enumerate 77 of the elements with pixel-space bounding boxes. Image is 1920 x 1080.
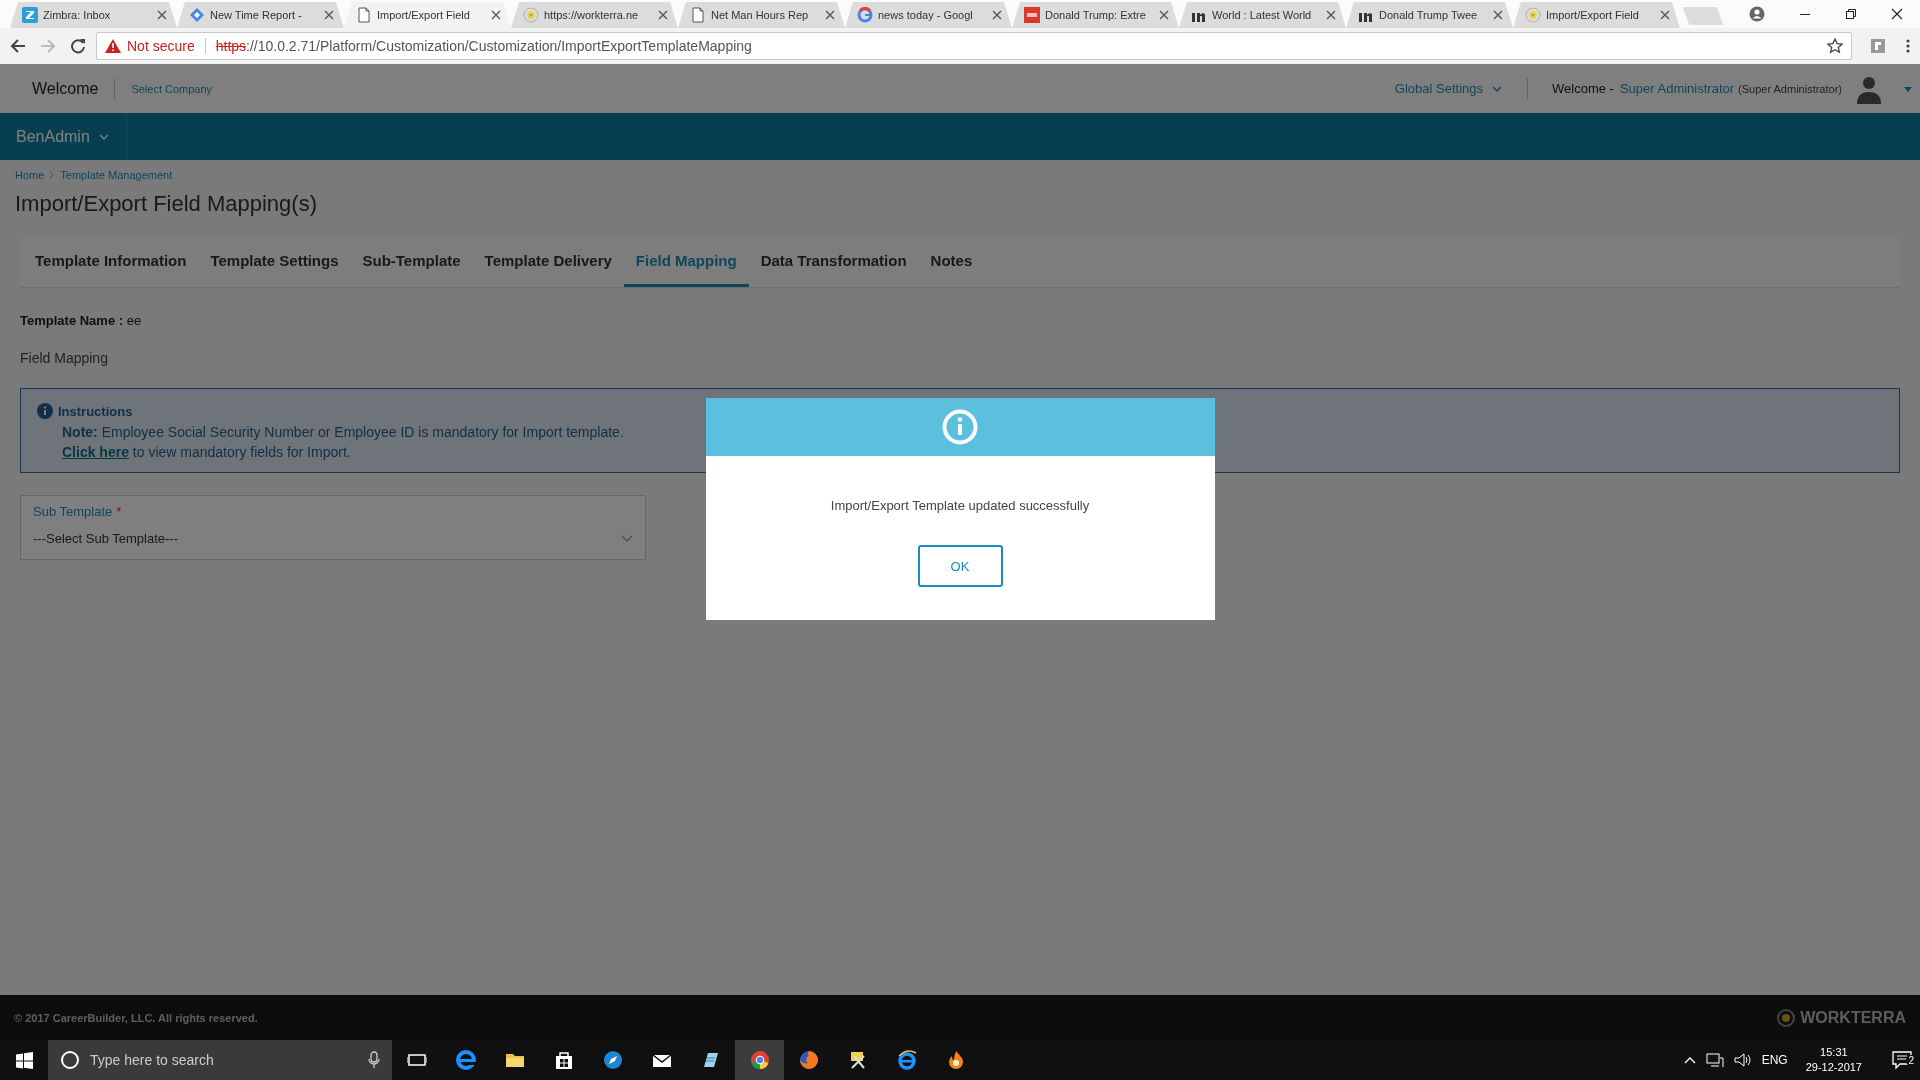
language-indicator[interactable]: ENG <box>1761 1053 1788 1067</box>
welcome-label: Welcome - <box>1552 81 1614 96</box>
page-icon <box>690 7 706 23</box>
browser-tab[interactable]: Zimbra: Inbox <box>10 2 177 28</box>
browser-tab[interactable]: Net Man Hours Rep <box>678 2 845 28</box>
user-role: (Super Administrator) <box>1738 82 1842 95</box>
g-logo-icon <box>857 7 873 23</box>
brand-name: WORKTERRA <box>1800 1008 1906 1027</box>
page-title: Import/Export Field Mapping(s) <box>15 191 318 217</box>
tab[interactable]: Template Delivery <box>472 237 624 287</box>
address-bar[interactable]: Not secure https://10.0.2.71/Platform/Customization/Customization/ImportExportTemplateMapping <box>96 32 1852 60</box>
chevron-up-icon[interactable] <box>1683 1056 1696 1064</box>
target-icon <box>523 7 539 23</box>
search-box[interactable]: Type here to search <box>48 1040 392 1080</box>
security-label[interactable]: Not secure <box>127 38 195 54</box>
extension-icon[interactable] <box>1870 38 1886 54</box>
tab[interactable]: Data Transformation <box>748 237 919 287</box>
welcome-label: Welcome <box>32 79 99 98</box>
url-scheme: https <box>215 38 247 54</box>
browser-tab[interactable]: World : Latest World <box>1179 2 1346 28</box>
url-text: ://10.0.2.71/Platform/Customization/Customization/ImportExportTemplateMapping <box>246 38 752 54</box>
tab[interactable]: Notes <box>918 237 985 287</box>
page-icon <box>356 7 372 23</box>
info-icon <box>37 403 53 419</box>
chevron-icon <box>49 171 56 179</box>
microphone-icon <box>368 1051 380 1069</box>
square-logo-icon <box>22 7 38 23</box>
target-icon <box>1525 7 1541 23</box>
notification-button[interactable]: 2 <box>1892 1050 1912 1070</box>
section-title: Field Mapping <box>20 350 109 366</box>
template-name: Template Name : ee <box>20 313 143 328</box>
restore-icon[interactable] <box>1845 8 1857 20</box>
tab[interactable]: Template Settings <box>198 237 351 287</box>
instructions-title: Instructions <box>58 403 133 419</box>
star-icon[interactable] <box>1827 38 1843 54</box>
shopping-bag-icon <box>553 1050 574 1070</box>
diamond-icon <box>189 7 205 23</box>
newspaper-logo-icon <box>1024 7 1040 23</box>
notification-count: 2 <box>1906 1055 1916 1066</box>
tab[interactable]: Sub-Template <box>350 237 473 287</box>
clock[interactable]: 15:31 29-12-2017 <box>1805 1045 1862 1075</box>
browser-tab[interactable]: Donald Trump: Extre <box>1012 2 1179 28</box>
windows-logo-icon <box>15 1051 33 1069</box>
close-icon[interactable] <box>1891 8 1903 20</box>
taskbar-app[interactable] <box>735 1040 784 1080</box>
required-mark: * <box>116 504 122 519</box>
fox-browser-icon <box>798 1050 819 1070</box>
profile-icon[interactable] <box>1749 6 1765 22</box>
instruction-text: Click here to view mandatory fields for Import. <box>62 443 351 462</box>
close-icon[interactable] <box>491 10 501 20</box>
browser-icon <box>455 1050 476 1070</box>
browser-icon <box>896 1050 917 1070</box>
speech-bubble-icon <box>1892 1050 1912 1070</box>
browser-tab[interactable]: Import/Export Field <box>1513 2 1680 28</box>
field-label: Sub Template <box>33 504 113 519</box>
instruction-note: Note: Employee Social Security Number or Employee ID is mandatory for Import template. <box>62 423 624 442</box>
sun-logo-icon <box>1777 1008 1796 1027</box>
copyright-text: © 2017 CareerBuilder, LLC. All rights reserved. <box>14 1011 258 1024</box>
search-icon <box>60 1050 80 1070</box>
dialog-message: Import/Export Template updated successfully <box>830 498 1090 513</box>
browser-tab[interactable]: Import/Export Field <box>344 2 511 28</box>
warning-icon <box>105 39 121 53</box>
tab[interactable]: Template Information <box>23 237 199 287</box>
browser-tab[interactable]: New Time Report - <box>177 2 344 28</box>
volume-icon[interactable] <box>1733 1052 1752 1068</box>
back-icon[interactable] <box>10 38 26 54</box>
compass-icon <box>602 1050 623 1070</box>
ok-button[interactable]: OK <box>917 545 1003 587</box>
browser-tab[interactable]: Donald Trump Twee <box>1346 2 1513 28</box>
browser-tab[interactable]: https://workterra.ne <box>511 2 678 28</box>
browser-icon <box>749 1050 770 1070</box>
reload-icon[interactable] <box>70 38 86 54</box>
sub-template-select[interactable]: ---Select Sub Template--- <box>33 531 633 546</box>
chevron-down-icon <box>621 534 633 543</box>
info-icon <box>942 409 978 445</box>
network-icon[interactable] <box>1705 1052 1724 1068</box>
browser-tab[interactable]: news today - Googl <box>845 2 1012 28</box>
